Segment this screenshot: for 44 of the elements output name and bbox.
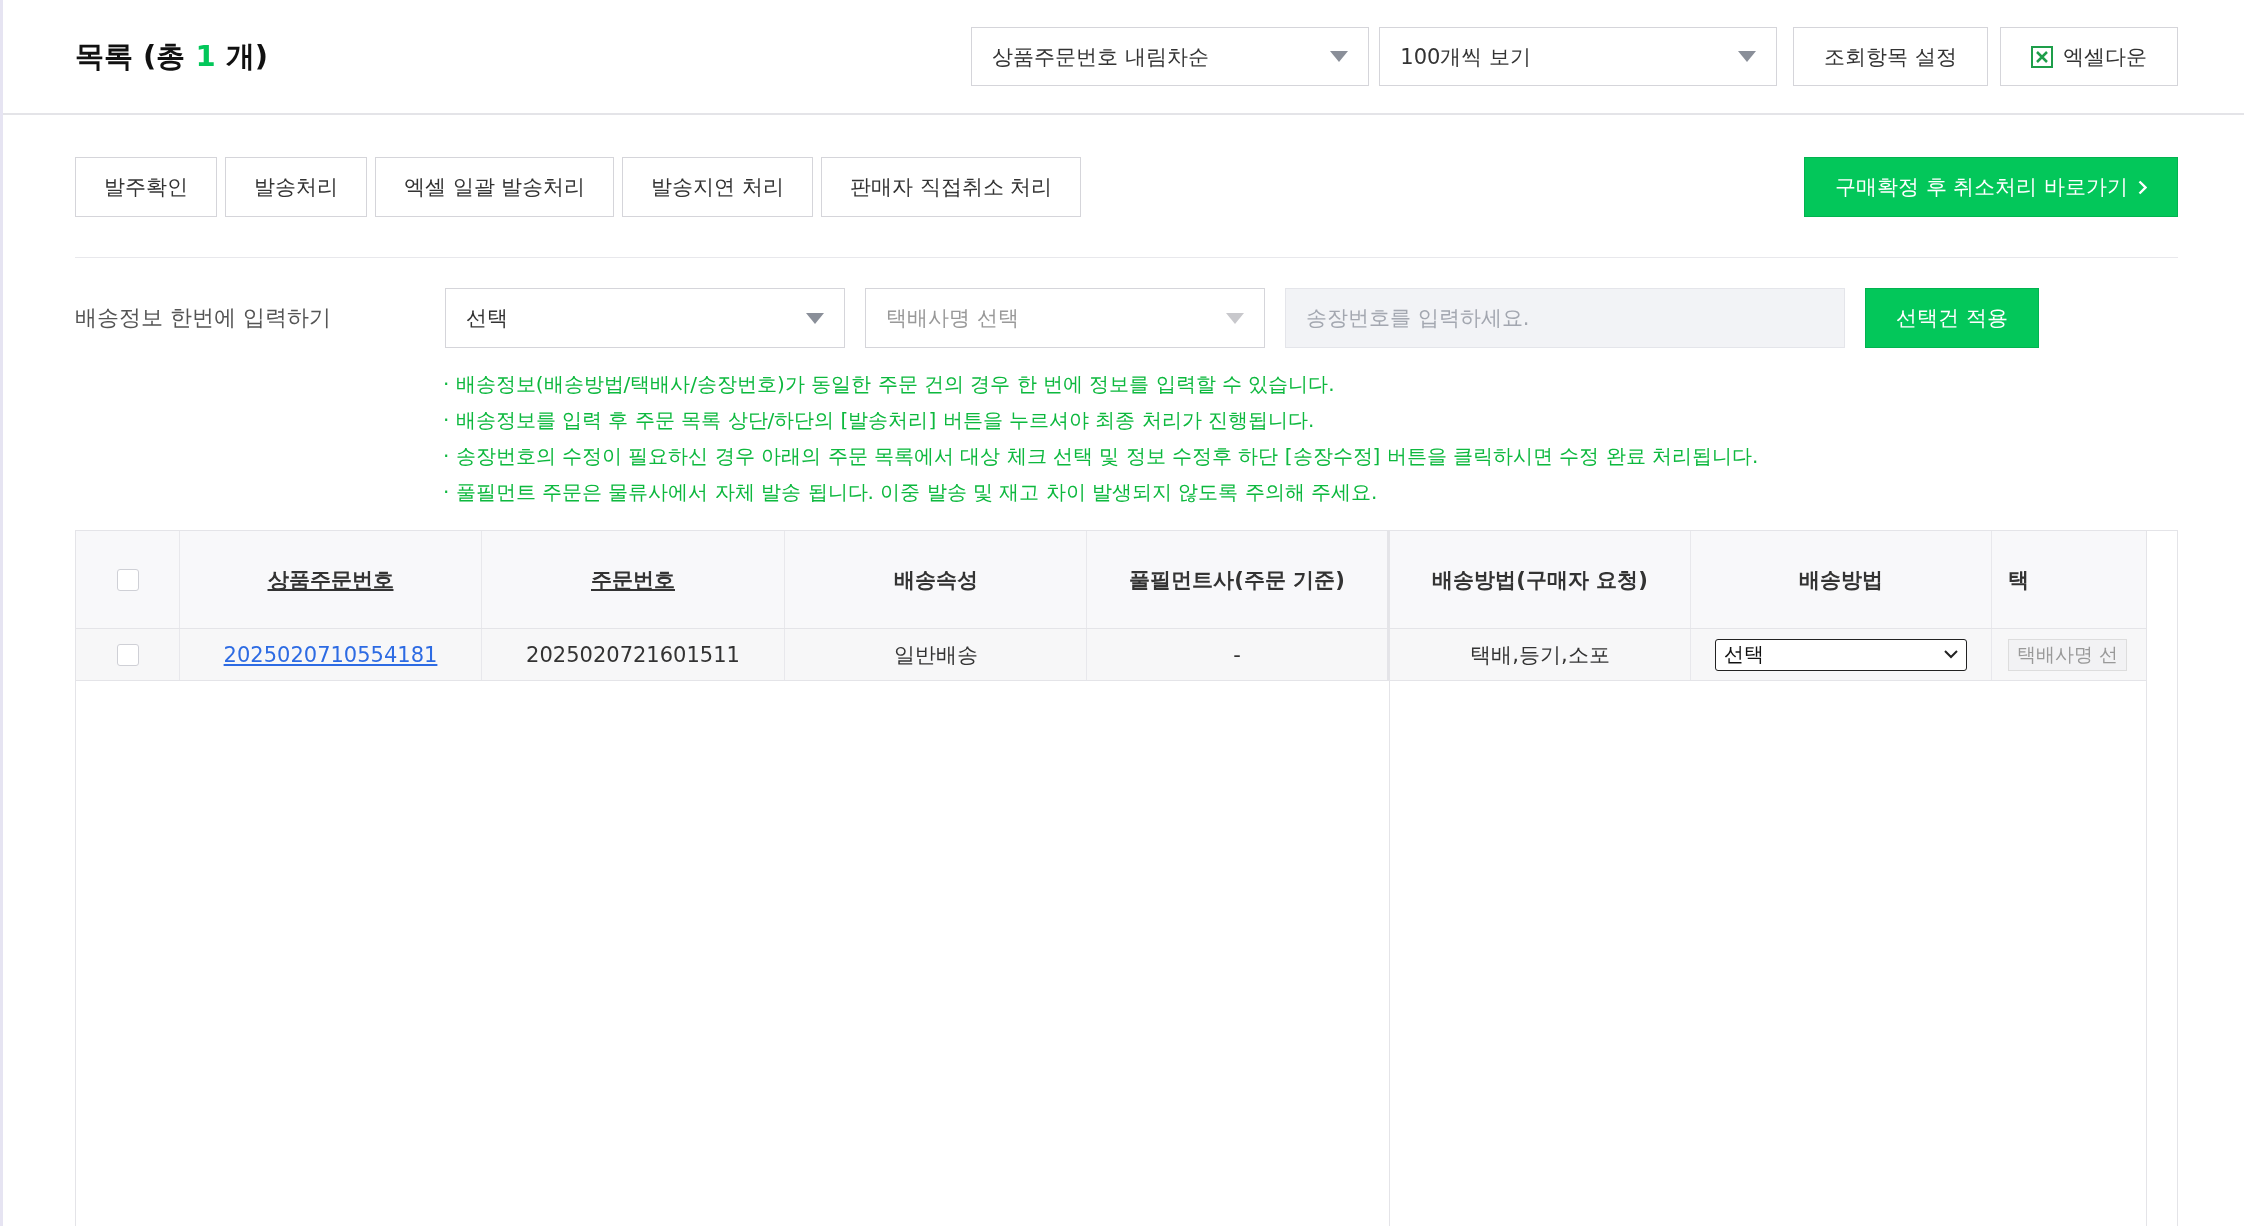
column-header: 풀필먼트사(주문 기준) <box>1129 566 1345 594</box>
notice-text: · 송장번호의 수정이 필요하신 경우 아래의 주문 목록에서 대상 체크 선택 및 정보 수정후 하단 [송장수정] 버튼을 클릭하시면 수정 완료 처리됩니다. <box>443 443 1760 470</box>
bulk-shipping-label: 배송정보 한번에 입력하기 <box>75 304 332 332</box>
row-checkbox[interactable] <box>116 643 139 666</box>
column-settings-button[interactable]: 조회항목 설정 <box>1793 27 1988 86</box>
select-all-checkbox[interactable] <box>116 568 139 591</box>
table-cell-text: 일반배송 <box>893 641 978 669</box>
tracking-number-field[interactable]: 송장번호를 입력하세요. <box>1285 288 1845 348</box>
column-header: 택 <box>2008 566 2029 594</box>
dropdown-arrow-icon <box>806 312 824 324</box>
shipping-select[interactable]: 선택 <box>445 288 845 348</box>
shipping-method-select[interactable]: 선택 <box>1715 638 1967 671</box>
column-header[interactable]: 상품주문번호 <box>267 565 394 594</box>
dropdown-arrow-icon <box>1330 51 1349 62</box>
action-button[interactable]: 엑셀 일괄 발송처리 <box>375 157 615 217</box>
notice-text: · 풀필먼트 주문은 물류사에서 자체 발송 됩니다. 이중 발송 및 재고 차이 발생되지 않도록 주의해 주세요. <box>443 479 1379 506</box>
chevron-right-icon <box>2138 179 2147 195</box>
select-value: 택배사명 선택 <box>886 305 1019 332</box>
table-cell: - <box>1233 642 1241 667</box>
action-button[interactable]: 발송처리 <box>225 157 367 217</box>
sort-dropdown[interactable]: 100개씩 보기 <box>1379 27 1778 86</box>
action-button[interactable]: 판매자 직접취소 처리 <box>821 157 1082 217</box>
column-header[interactable]: 주문번호 <box>591 565 675 594</box>
action-button[interactable]: 발송지연 처리 <box>622 157 814 217</box>
column-header: 배송방법 <box>1799 566 1883 594</box>
table-cell-text: 택배,등기,소포 <box>1470 641 1610 669</box>
dropdown-value: 100개씩 보기 <box>1400 43 1532 71</box>
sort-dropdown[interactable]: 상품주문번호 내림차순 <box>971 27 1370 86</box>
product-order-link[interactable]: 2025020710554181 <box>223 642 438 667</box>
dropdown-arrow-icon <box>1226 312 1244 324</box>
caret-icon <box>1944 650 1958 659</box>
table-cell: 2025020721601511 <box>526 642 740 667</box>
column-header: 배송방법(구매자 요청) <box>1432 566 1648 594</box>
column-header: 배송속성 <box>893 566 978 594</box>
select-value: 선택 <box>466 305 508 332</box>
list-title: 목록 (총 1 개) <box>75 37 270 75</box>
dropdown-arrow-icon <box>1738 51 1757 62</box>
excel-download-button[interactable]: 엑셀다운 <box>2000 27 2178 86</box>
dropdown-value: 상품주문번호 내림차순 <box>992 43 1209 71</box>
notice-text: · 배송정보를 입력 후 주문 목록 상단/하단의 [발송처리] 버튼을 누르셔야 최종 처리가 진행됩니다. <box>443 407 1316 434</box>
select-value: 선택 <box>1724 641 1764 668</box>
notice-text: · 배송정보(배송방법/택배사/송장번호)가 동일한 주문 건의 경우 한 번에 정보를 입력할 수 있습니다. <box>443 371 1336 398</box>
excel-icon <box>2031 45 2053 68</box>
action-button[interactable]: 발주확인 <box>75 157 217 217</box>
